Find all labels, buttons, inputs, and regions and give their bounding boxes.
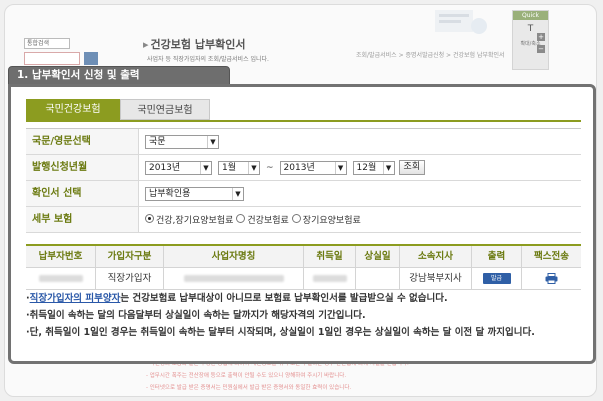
search-button[interactable]	[84, 52, 98, 65]
form-row-period: 발행신청년월 2013년 ▼ 1월 ▼ ~ 2013년 ▼ 12월 ▼ 조회	[26, 155, 581, 181]
title-arrow-icon: ▸	[143, 38, 149, 51]
to-year-select[interactable]: 2013년 ▼	[279, 160, 347, 175]
page-subtitle: 사업자 등 직장가입자의 조회/발급서비스 입니다.	[147, 56, 269, 63]
column-header: 팩스전송	[534, 251, 569, 262]
to-year-value: 2013년	[283, 162, 315, 173]
tab-health-insurance[interactable]: 국민건강보험	[26, 99, 120, 120]
period-separator: ~	[266, 162, 274, 173]
note-line: ·직장가입자의 피부양자는 건강보험료 납부대상이 아니므로 보험료 납부확인서…	[26, 290, 586, 307]
redacted-business-name	[183, 275, 284, 282]
to-month-select[interactable]: 12월 ▼	[352, 160, 395, 175]
note-text: 취득일이 속하는 달의 다음달부터 상실일이 속하는 달까지가 해당자격의 기간…	[29, 310, 366, 321]
radio-health-label: 건강보험료	[247, 216, 289, 226]
note-text: 는 건강보험료 납부대상이 아니므로 보험료 납부확인서를 발급받으실 수 없습…	[120, 293, 448, 304]
search-scope-select[interactable]: 통합검색	[24, 38, 70, 49]
column-header: 취득일	[304, 246, 356, 267]
column-header: 소속지사	[400, 246, 472, 267]
breadcrumb: 조회/발급서비스 > 증명서발급신청 > 건강보험 납부확인서	[356, 52, 505, 59]
decorative-header-illustration	[435, 10, 487, 34]
chevron-down-icon: ▼	[248, 161, 259, 174]
table-row: 직장가입자 강남북부지사 발급	[26, 268, 581, 290]
step-title: 1. 납부확인서 신청 및 출력	[8, 66, 230, 85]
subscriber-type-cell: 직장가입자	[96, 268, 164, 289]
language-select[interactable]: 국문 ▼	[145, 134, 219, 149]
from-year-select[interactable]: 2013년 ▼	[145, 160, 212, 175]
redacted-payer-number	[38, 275, 83, 282]
loss-date-cell	[356, 268, 400, 289]
purpose-label: 확인서 선택	[26, 181, 139, 206]
language-select-value: 국문	[149, 136, 166, 147]
branch-cell: 강남북부지사	[400, 268, 472, 289]
language-label: 국문/영문선택	[26, 129, 139, 154]
note-text: 단, 취득일이 1일인 경우는 취득일이 속하는 달부터 시작되며, 상실일이 …	[29, 327, 535, 338]
form-row-insurance: 세부 보험 건강,장기요양보험료 건강보험료 장기요양보험료	[26, 207, 581, 233]
column-header: 상실일	[356, 246, 400, 267]
notes: ·직장가입자의 피부양자는 건강보험료 납부대상이 아니므로 보험료 납부확인서…	[26, 290, 586, 341]
chevron-down-icon: ▼	[200, 161, 211, 174]
column-header: 사업자명칭	[164, 246, 304, 267]
zoom-out-button[interactable]: −	[537, 45, 545, 53]
page-title: ▸ 건강보험 납부확인서	[143, 36, 245, 52]
form-row-purpose: 확인서 선택 납부확인용 ▼	[26, 181, 581, 207]
payer-number-cell	[26, 268, 96, 289]
form-row-language: 국문/영문선택 국문 ▼	[26, 129, 581, 155]
redacted-acquisition-date	[312, 275, 347, 282]
radio-longterm[interactable]	[291, 214, 301, 223]
chevron-down-icon: ▼	[334, 161, 346, 174]
business-name-cell	[164, 268, 304, 289]
chevron-down-icon: ▼	[207, 135, 218, 148]
column-header: 가입자구분	[96, 246, 164, 267]
chevron-down-icon: ▼	[382, 161, 394, 174]
zoom-in-button[interactable]: +	[537, 33, 545, 41]
fax-cell	[522, 268, 581, 289]
period-search-button[interactable]: 조회	[398, 160, 426, 175]
insurance-label: 세부 보험	[26, 207, 139, 232]
request-form: 국문/영문선택 국문 ▼ 발행신청년월 2013년 ▼ 1월 ▼ ~ 2013년…	[26, 128, 581, 233]
table-header-row: 납부자번호 가입자구분 사업자명칭 취득일 상실일 소속지사 출력 팩스전송	[26, 246, 581, 268]
radio-health[interactable]	[236, 214, 246, 223]
note-line: ·단, 취득일이 1일인 경우는 취득일이 속하는 달부터 시작되며, 상실일이…	[26, 324, 586, 341]
issue-button[interactable]: 발급	[482, 273, 511, 284]
radio-longterm-label: 장기요양보험료	[302, 216, 361, 226]
chevron-down-icon: ▼	[232, 187, 243, 200]
column-header: 출력	[472, 246, 522, 267]
tab-underline	[26, 120, 581, 122]
purpose-select[interactable]: 납부확인용 ▼	[145, 186, 244, 201]
from-month-value: 1월	[222, 162, 237, 173]
from-month-select[interactable]: 1월 ▼	[218, 160, 260, 175]
acquisition-date-cell	[304, 268, 356, 289]
print-cell: 발급	[472, 268, 522, 289]
period-label: 발행신청년월	[26, 155, 139, 180]
page-title-text: 건강보험 납부확인서	[150, 38, 246, 51]
column-header: 납부자번호	[26, 246, 96, 267]
radio-health-longterm[interactable]	[145, 214, 154, 223]
from-year-value: 2013년	[149, 162, 181, 173]
quick-menu-title: Quick	[513, 11, 548, 20]
search-input[interactable]	[24, 52, 80, 65]
background-search: 통합검색	[24, 38, 98, 65]
note-line: ·취득일이 속하는 달의 다음달부터 상실일이 속하는 달까지가 해당자격의 기…	[26, 307, 586, 324]
fax-icon[interactable]	[545, 273, 558, 284]
to-month-value: 12월	[356, 162, 377, 173]
confirmation-panel: 국민건강보험 국민연금보험 국문/영문선택 국문 ▼ 발행신청년월 2013년 …	[8, 84, 596, 364]
tab-national-pension[interactable]: 국민연금보험	[120, 99, 210, 120]
radio-health-longterm-label: 건강,장기요양보험료	[156, 216, 234, 226]
purpose-select-value: 납부확인용	[149, 188, 191, 199]
footer-line: - 업무시간 폭주는 전산장애 등으로 출력이 안될 수도 있으니 양해하여 주…	[146, 373, 347, 379]
quick-menu: Quick T + − 확대/축소	[512, 10, 549, 70]
dependent-link[interactable]: 직장가입자의 피부양자	[30, 293, 121, 304]
result-table: 납부자번호 가입자구분 사업자명칭 취득일 상실일 소속지사 출력 팩스전송 직…	[26, 244, 581, 290]
footer-line: - 인터넷으로 발급 받은 증명서는 민원실에서 발급 받은 증명서와 동일한 …	[146, 385, 352, 391]
